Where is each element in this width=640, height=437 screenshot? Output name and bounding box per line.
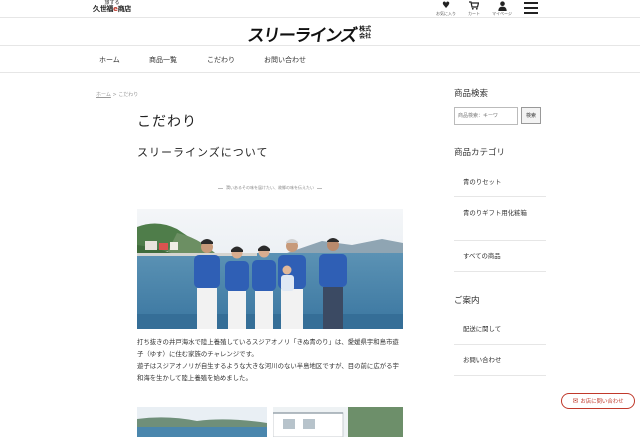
brand-corp-line2: 会社 — [359, 33, 372, 40]
category-item-gift-box[interactable]: 青のりギフト用化粧箱 — [454, 197, 546, 241]
family-photo — [137, 209, 403, 329]
cart-button[interactable]: カート — [461, 1, 487, 16]
category-item-set[interactable]: 青のりセット — [454, 167, 546, 197]
mail-icon: ✉ — [572, 397, 579, 405]
menu-icon[interactable] — [524, 2, 538, 14]
shop-logo-name: 久世福e商店 — [88, 6, 136, 13]
search-button[interactable]: 検索 — [521, 107, 541, 124]
breadcrumb-home[interactable]: ホーム — [96, 92, 111, 98]
intro-paragraph-2: 遊子はスジアオノリが自生するような大きな河川のない半島地区ですが、目の前に広がる… — [137, 362, 399, 382]
breadcrumb: ホーム > こだわり — [96, 91, 138, 98]
intro-paragraph-1: 打ち抜きの井戸海水で陸上養殖しているスジアオノリ「きぬ青のり」は、愛媛県宇和島市… — [137, 338, 399, 358]
search-heading: 商品検索 — [454, 89, 489, 99]
favorites-button[interactable]: ♥ お気に入り — [433, 1, 459, 16]
section-title: スリーラインズについて — [137, 146, 269, 159]
facility-photo — [273, 407, 403, 437]
brand-header: スリーラインズ 株式 会社 — [0, 18, 640, 46]
brand-logo-text: スリーラインズ — [246, 25, 358, 46]
brand-logo[interactable]: スリーラインズ 株式 会社 — [246, 24, 371, 46]
nav-contact[interactable]: お問い合わせ — [264, 55, 306, 65]
nav-kodawari[interactable]: こだわり — [207, 55, 235, 65]
user-icon — [489, 1, 515, 11]
favorites-label: お気に入り — [436, 11, 456, 16]
page-title: こだわり — [137, 114, 197, 130]
seaside-photo — [137, 407, 267, 437]
guide-list: 配送に関して お問い合わせ — [454, 314, 546, 376]
cart-label: カート — [468, 11, 480, 16]
guide-item-contact[interactable]: お問い合わせ — [454, 345, 546, 376]
nav-products[interactable]: 商品一覧 — [149, 55, 177, 65]
shop-name-a: 久世福 — [93, 5, 114, 13]
tagline: 潤いあるその味を届けたい、故郷の味を伝えたい — [137, 185, 403, 191]
cart-icon — [461, 1, 487, 11]
category-heading: 商品カテゴリ — [454, 148, 506, 158]
shop-contact-label: お店に問い合わせ — [580, 399, 624, 405]
mypage-button[interactable]: マイページ — [489, 1, 515, 16]
brand-corp-line1: 株式 — [359, 26, 372, 33]
global-nav: ホーム 商品一覧 こだわり お問い合わせ — [0, 46, 640, 73]
shop-contact-button[interactable]: ✉ お店に問い合わせ — [561, 393, 635, 409]
shop-logo[interactable]: 旅する 久世福e商店 — [88, 1, 136, 13]
category-item-all[interactable]: すべての商品 — [454, 241, 546, 272]
heart-icon: ♥ — [441, 1, 451, 11]
mypage-label: マイページ — [492, 11, 512, 16]
category-list: 青のりセット 青のりギフト用化粧箱 すべての商品 — [454, 167, 546, 272]
shop-name-b: 商店 — [117, 5, 132, 13]
guide-item-shipping[interactable]: 配送に関して — [454, 314, 546, 345]
search-input[interactable] — [454, 107, 518, 125]
nav-home[interactable]: ホーム — [99, 55, 120, 65]
brand-corp: 株式 会社 — [359, 26, 371, 40]
breadcrumb-current: こだわり — [118, 92, 139, 98]
top-bar: 旅する 久世福e商店 ♥ お気に入り カート マイページ — [0, 0, 640, 18]
guide-heading: ご案内 — [454, 296, 480, 306]
